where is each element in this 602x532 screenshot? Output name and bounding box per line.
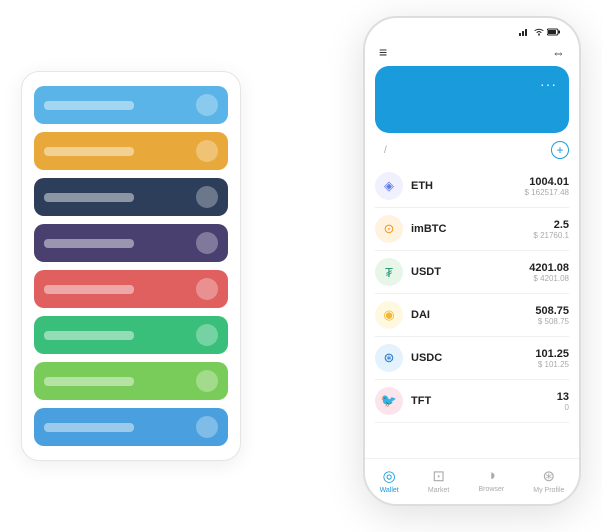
status-bar: [365, 18, 579, 40]
nav-item-market[interactable]: ⊡ Market: [428, 467, 449, 494]
stack-card-icon: [196, 186, 218, 208]
stack-card-text: [44, 147, 134, 156]
stack-card-item[interactable]: [34, 86, 228, 124]
eth-balance: [387, 100, 557, 123]
asset-right: 2.5$ 21760.1: [533, 219, 569, 240]
asset-icon-usdt: ₮: [375, 258, 403, 286]
asset-amount: 4201.08: [529, 262, 569, 274]
asset-left: 🐦 TFT: [375, 387, 431, 415]
expand-icon[interactable]: ⇔: [552, 45, 565, 60]
nav-label-browser: Browser: [478, 486, 504, 493]
nav-item-browser[interactable]: ◑ Browser: [478, 467, 504, 494]
card-stack: [21, 71, 241, 461]
asset-amount: 13: [557, 391, 569, 403]
asset-usd: $ 21760.1: [533, 231, 569, 240]
nav-icon-wallet: ◎: [383, 467, 396, 485]
eth-card-top: ···: [387, 76, 557, 92]
signal-icon: [519, 28, 531, 36]
wifi-icon: [534, 28, 544, 36]
phone-header: ≡ ⇔: [365, 40, 579, 66]
eth-more-icon[interactable]: ···: [540, 76, 557, 92]
asset-usd: 0: [557, 403, 569, 412]
asset-right: 1004.01$ 162517.48: [525, 176, 570, 197]
asset-item[interactable]: 🐦 TFT 130: [375, 380, 569, 423]
asset-name: USDT: [411, 266, 441, 278]
asset-usd: $ 4201.08: [529, 274, 569, 283]
asset-amount: 2.5: [533, 219, 569, 231]
stack-card-item[interactable]: [34, 270, 228, 308]
asset-usd: $ 101.25: [535, 360, 569, 369]
asset-right: 101.25$ 101.25: [535, 348, 569, 369]
asset-item[interactable]: ₮ USDT 4201.08$ 4201.08: [375, 251, 569, 294]
stack-card-icon: [196, 278, 218, 300]
nav-item-my-profile[interactable]: ⊛ My Profile: [533, 467, 564, 494]
nav-label-my-profile: My Profile: [533, 487, 564, 494]
stack-card-item[interactable]: [34, 224, 228, 262]
stack-card-text: [44, 423, 134, 432]
asset-right: 508.75$ 508.75: [535, 305, 569, 326]
stack-card-text: [44, 101, 134, 110]
stack-card-text: [44, 285, 134, 294]
stack-card-text: [44, 239, 134, 248]
status-icons: [519, 28, 561, 36]
asset-name: ETH: [411, 180, 433, 192]
stack-card-icon: [196, 370, 218, 392]
stack-card-text: [44, 377, 134, 386]
asset-name: imBTC: [411, 223, 446, 235]
asset-icon-eth: ◈: [375, 172, 403, 200]
asset-left: ◈ ETH: [375, 172, 433, 200]
asset-left: ⊙ imBTC: [375, 215, 446, 243]
nav-item-wallet[interactable]: ◎ Wallet: [380, 467, 399, 494]
asset-left: ₮ USDT: [375, 258, 441, 286]
stack-card-item[interactable]: [34, 316, 228, 354]
asset-left: ◉ DAI: [375, 301, 430, 329]
stack-card-icon: [196, 324, 218, 346]
stack-card-item[interactable]: [34, 132, 228, 170]
asset-usd: $ 508.75: [535, 317, 569, 326]
asset-item[interactable]: ⊙ imBTC 2.5$ 21760.1: [375, 208, 569, 251]
stack-card-text: [44, 193, 134, 202]
stack-card-item[interactable]: [34, 362, 228, 400]
asset-icon-tft: 🐦: [375, 387, 403, 415]
assets-tab-divider: /: [384, 145, 387, 156]
eth-card[interactable]: ···: [375, 66, 569, 133]
phone: ≡ ⇔ ··· / + ◈ETH1004.01$: [363, 16, 581, 506]
bottom-nav: ◎ Wallet ⊡ Market ◑ Browser ⊛ My Profile: [365, 458, 579, 504]
asset-amount: 508.75: [535, 305, 569, 317]
asset-amount: 1004.01: [525, 176, 570, 188]
asset-item[interactable]: ⊛ USDC 101.25$ 101.25: [375, 337, 569, 380]
stack-card-icon: [196, 416, 218, 438]
asset-right: 130: [557, 391, 569, 412]
asset-usd: $ 162517.48: [525, 188, 570, 197]
nav-icon-my-profile: ⊛: [543, 467, 556, 485]
stack-card-icon: [196, 94, 218, 116]
stack-card-item[interactable]: [34, 408, 228, 446]
asset-name: USDC: [411, 352, 442, 364]
nav-label-market: Market: [428, 487, 449, 494]
nav-label-wallet: Wallet: [380, 487, 399, 494]
add-asset-button[interactable]: +: [551, 141, 569, 159]
assets-header: / +: [365, 141, 579, 165]
asset-left: ⊛ USDC: [375, 344, 442, 372]
nav-icon-market: ⊡: [432, 467, 445, 485]
asset-item[interactable]: ◈ ETH 1004.01$ 162517.48: [375, 165, 569, 208]
assets-tabs: /: [375, 145, 396, 156]
asset-item[interactable]: ◉ DAI 508.75$ 508.75: [375, 294, 569, 337]
asset-list: ◈ ETH 1004.01$ 162517.48 ⊙ imBTC 2.5$ 21760.1…: [365, 165, 579, 423]
asset-name: DAI: [411, 309, 430, 321]
battery-icon: [547, 28, 561, 36]
asset-right: 4201.08$ 4201.08: [529, 262, 569, 283]
stack-card-text: [44, 331, 134, 340]
asset-icon-dai: ◉: [375, 301, 403, 329]
asset-icon-usdc: ⊛: [375, 344, 403, 372]
stack-card-icon: [196, 140, 218, 162]
scene: ≡ ⇔ ··· / + ◈ETH1004.01$: [21, 16, 581, 516]
stack-card-icon: [196, 232, 218, 254]
nav-icon-browser: ◑: [487, 467, 496, 484]
asset-icon-imbtc: ⊙: [375, 215, 403, 243]
asset-name: TFT: [411, 395, 431, 407]
asset-amount: 101.25: [535, 348, 569, 360]
stack-card-item[interactable]: [34, 178, 228, 216]
menu-icon[interactable]: ≡: [379, 44, 387, 60]
